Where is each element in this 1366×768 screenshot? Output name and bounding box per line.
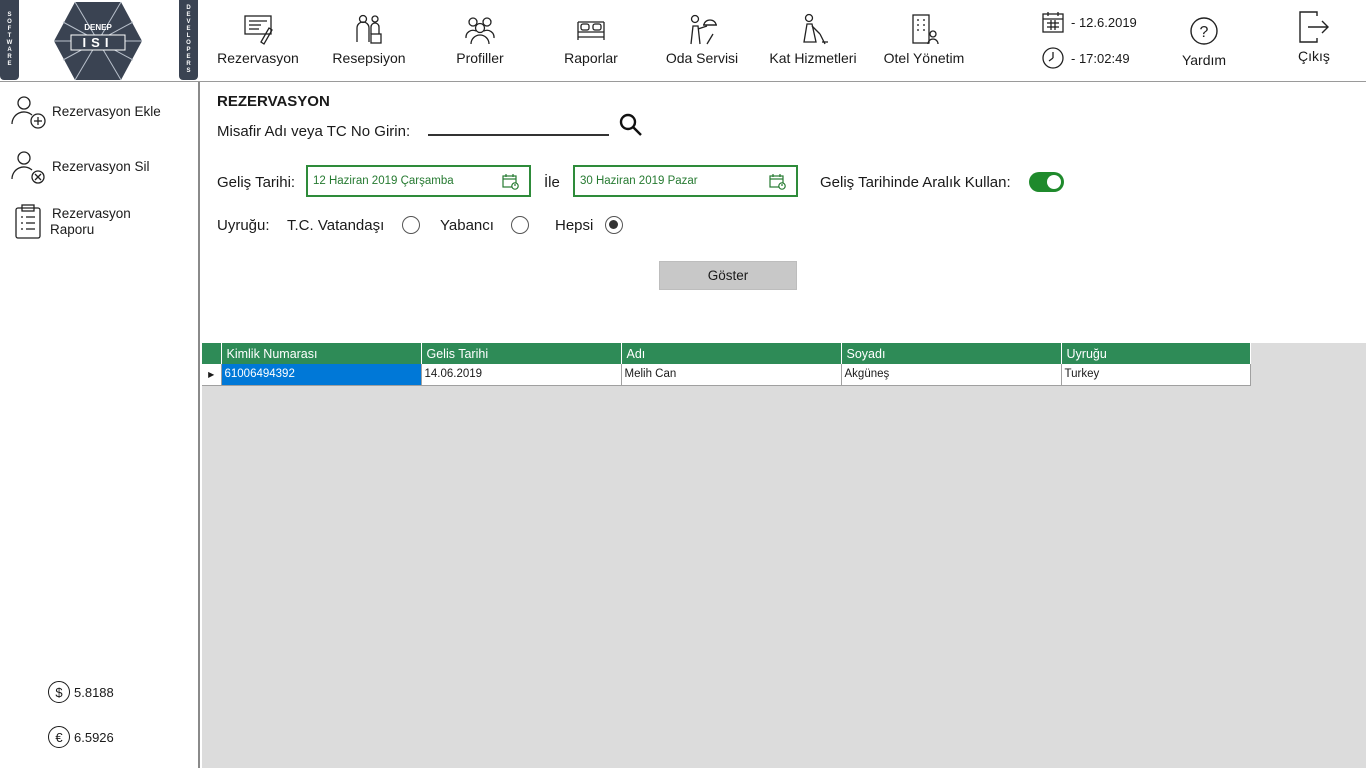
clipboard-icon (15, 204, 41, 239)
toggle-knob (1047, 175, 1061, 189)
foreign-option-label: Yabancı (440, 217, 494, 234)
row-pointer-icon: ▶ (202, 364, 222, 386)
current-date: - 12.6.2019 (1041, 10, 1137, 34)
room-service-icon (690, 14, 717, 45)
euro-icon: € (48, 726, 70, 748)
svg-text:DENEP: DENEP (84, 23, 112, 32)
left-sidebar: Rezervasyon Ekle Rezervasyon Sil Rezerva… (0, 82, 200, 768)
nav-otel-yonetim[interactable]: Otel Yönetim (878, 0, 970, 82)
radio-all[interactable] (605, 216, 623, 234)
developers-strip: D E V E L O P E R S (179, 0, 198, 80)
nationality-label: Uyruğu: (217, 217, 270, 234)
sidebar-item-label: Rezervasyon Raporu (50, 206, 131, 237)
nav-rezervasyon[interactable]: Rezervasyon (214, 0, 302, 82)
table-header-row: Kimlik Numarası Gelis Tarihi Adı Soyadı … (202, 343, 1251, 364)
date-text: - 12.6.2019 (1071, 14, 1137, 30)
calendar-icon (1042, 12, 1064, 33)
results-table: Kimlik Numarası Gelis Tarihi Adı Soyadı … (202, 343, 1251, 386)
table-cell[interactable]: 61006494392 (221, 364, 422, 386)
row-header-corner (202, 343, 222, 364)
column-header[interactable]: Kimlik Numarası (221, 343, 422, 364)
citizen-option-label: T.C. Vatandaşı (287, 217, 385, 234)
nav-resepsiyon[interactable]: Resepsiyon (329, 0, 409, 82)
page-title: REZERVASYON (217, 93, 330, 110)
column-header[interactable]: Adı (621, 343, 842, 364)
svg-text:ISI: ISI (83, 35, 114, 50)
exit-icon (1299, 11, 1329, 43)
usd-rate: $ 5.8188 (48, 681, 114, 703)
all-option-label: Hepsi (555, 217, 594, 234)
radio-citizen[interactable] (402, 216, 420, 234)
table-cell[interactable]: Melih Can (621, 364, 842, 386)
date-to-picker[interactable]: 30 Haziran 2019 Pazar (573, 165, 798, 197)
help-button[interactable]: ? Yardım (1176, 0, 1232, 82)
profiles-icon (465, 17, 495, 45)
range-toggle-label: Geliş Tarihinde Aralık Kullan: (820, 174, 1011, 191)
housekeeping-icon (803, 13, 828, 45)
table-cell[interactable]: 14.06.2019 (421, 364, 622, 386)
reception-icon (356, 14, 382, 44)
table-cell[interactable]: Turkey (1061, 364, 1251, 386)
table-cell[interactable]: Akgüneş (841, 364, 1062, 386)
date-from-value: 12 Haziran 2019 Çarşamba (313, 175, 454, 187)
nav-raporlar[interactable]: Raporlar (556, 0, 626, 82)
sidebar-item-rezervasyon-raporu[interactable]: Rezervasyon Raporu (10, 204, 131, 240)
search-icon[interactable] (618, 112, 644, 138)
eur-rate-value: 6.5926 (74, 729, 114, 745)
column-header[interactable]: Gelis Tarihi (421, 343, 622, 364)
sidebar-item-rezervasyon-sil[interactable]: Rezervasyon Sil (10, 149, 150, 185)
table-row[interactable]: ▶ 61006494392 14.06.2019 Melih Can Akgün… (202, 364, 1251, 386)
column-header[interactable]: Uyruğu (1061, 343, 1251, 364)
column-header[interactable]: Soyadı (841, 343, 1062, 364)
help-icon: ? (1190, 17, 1218, 45)
clock-icon (1042, 47, 1064, 69)
date-to-value: 30 Haziran 2019 Pazar (580, 175, 698, 187)
guest-search-input[interactable] (428, 116, 609, 136)
radio-foreign[interactable] (511, 216, 529, 234)
user-add-icon (11, 96, 46, 129)
reservation-panel: REZERVASYON Misafir Adı veya TC No Girin… (202, 82, 1366, 768)
exit-button[interactable]: Çıkış (1288, 0, 1340, 82)
calendar-icon (769, 174, 786, 190)
sidebar-item-rezervasyon-ekle[interactable]: Rezervasyon Ekle (10, 94, 161, 130)
nav-profiller[interactable]: Profiller (445, 0, 515, 82)
current-time: - 17:02:49 (1041, 46, 1130, 70)
calendar-icon (502, 174, 519, 190)
nav-kat-hizmetleri[interactable]: Kat Hizmetleri (763, 0, 863, 82)
user-remove-icon (11, 151, 45, 184)
date-from-picker[interactable]: 12 Haziran 2019 Çarşamba (306, 165, 531, 197)
dollar-icon: $ (48, 681, 70, 703)
range-toggle[interactable] (1029, 172, 1064, 192)
hotel-management-icon (912, 14, 939, 45)
show-button[interactable]: Göster (659, 261, 797, 290)
results-grid: Kimlik Numarası Gelis Tarihi Adı Soyadı … (202, 343, 1366, 768)
arrival-date-label: Geliş Tarihi: (217, 174, 296, 191)
svg-text:?: ? (1200, 24, 1209, 41)
eur-rate: € 6.5926 (48, 726, 114, 748)
app-logo: DENEP ISI (54, 1, 142, 81)
nav-oda-servisi[interactable]: Oda Servisi (660, 0, 744, 82)
usd-rate-value: 5.8188 (74, 684, 114, 700)
between-label: İle (544, 174, 560, 191)
bed-report-icon (577, 21, 605, 40)
time-text: - 17:02:49 (1071, 50, 1130, 66)
reservation-icon (244, 15, 273, 45)
search-label: Misafir Adı veya TC No Girin: (217, 123, 411, 140)
top-navigation-bar: S O F T W A R E DENEP ISI D E V E L O P … (0, 0, 1366, 82)
software-strip: S O F T W A R E (0, 0, 19, 80)
